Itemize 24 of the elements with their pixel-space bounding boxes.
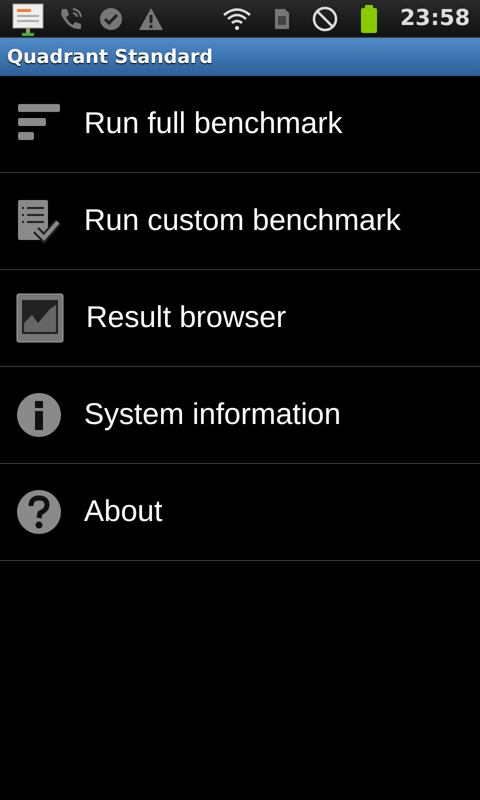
menu-item-label: Run full benchmark — [84, 107, 342, 141]
blocked-icon — [312, 6, 338, 32]
wifi-icon — [222, 6, 252, 30]
check-cloud-icon — [98, 6, 124, 32]
help-icon — [16, 489, 62, 535]
menu-item[interactable]: Run full benchmark — [0, 76, 480, 173]
sim-card-icon — [274, 8, 290, 30]
menu-item[interactable]: Result browser — [0, 270, 480, 367]
clock-time: 23:58 — [400, 6, 470, 31]
info-icon — [16, 392, 62, 438]
notes-icon — [12, 2, 44, 36]
chart-frame-icon — [16, 293, 64, 343]
warning-icon — [138, 6, 164, 30]
battery-icon — [360, 4, 378, 32]
menu-item[interactable]: System information — [0, 367, 480, 464]
checklist-icon — [16, 198, 62, 244]
app-title: Quadrant Standard — [7, 46, 214, 68]
phone-icon — [58, 6, 84, 32]
menu-item-label: About — [84, 495, 162, 529]
menu-item[interactable]: About — [0, 464, 480, 561]
menu-item-label: Result browser — [86, 301, 286, 335]
menu-item-label: System information — [84, 398, 341, 432]
menu-item-label: Run custom benchmark — [84, 204, 401, 238]
menu-item[interactable]: Run custom benchmark — [0, 173, 480, 270]
